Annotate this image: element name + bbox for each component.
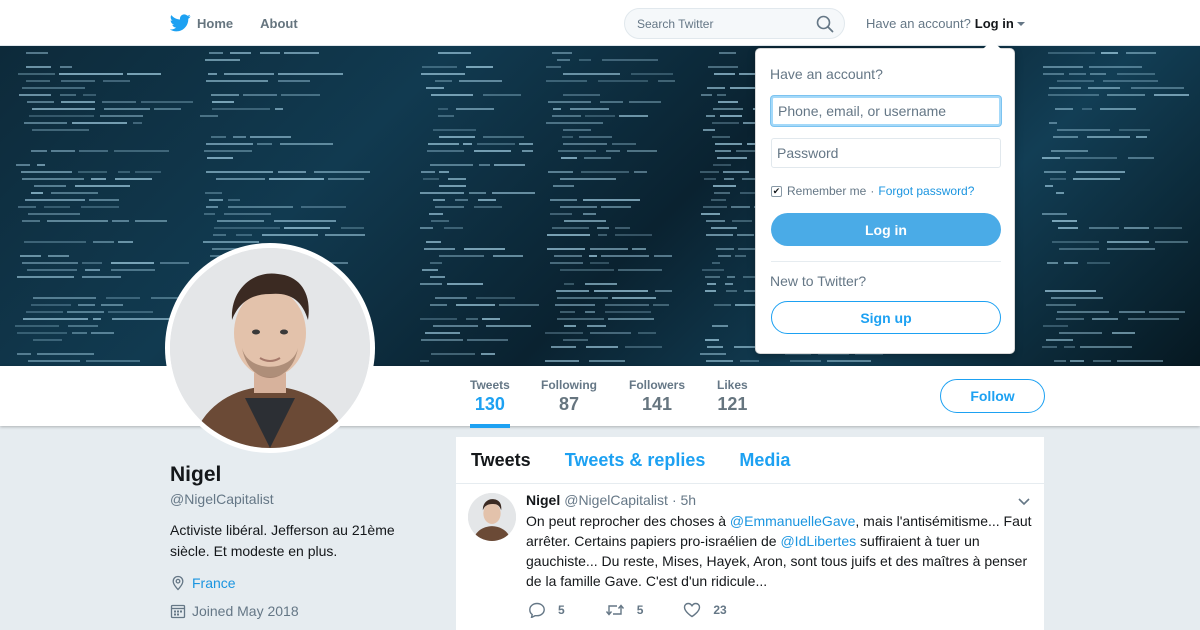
tab-tweets[interactable]: Tweets — [471, 450, 531, 471]
stat-tweets[interactable]: Tweets 130 — [470, 378, 510, 428]
remember-me-label[interactable]: Remember me — [787, 184, 866, 198]
stat-tweets-value: 130 — [474, 394, 505, 414]
profile-joined-text: Joined May 2018 — [192, 603, 299, 619]
login-button[interactable]: Log in — [771, 213, 1001, 246]
tweet-header: Nigel @NigelCapitalist · 5h — [526, 492, 696, 508]
nav-home-link[interactable]: Home — [170, 14, 233, 32]
stat-followers-label: Followers — [629, 378, 686, 392]
like-button[interactable]: 23 — [683, 602, 727, 618]
forgot-password-link[interactable]: Forgot password? — [878, 184, 974, 198]
avatar[interactable] — [170, 248, 370, 448]
remember-me-checkbox[interactable]: ✔ — [771, 185, 782, 197]
profile-location-text: France — [192, 575, 236, 591]
remember-separator: · — [870, 184, 875, 198]
tab-media[interactable]: Media — [739, 450, 790, 471]
heart-icon — [684, 602, 701, 618]
reply-icon — [529, 602, 545, 618]
tab-tweets-replies[interactable]: Tweets & replies — [565, 450, 706, 471]
like-count: 23 — [713, 603, 727, 617]
nav-home-label: Home — [197, 15, 234, 31]
login-toggle-label: Log in — [974, 16, 1014, 31]
profile-handle[interactable]: @NigelCapitalist — [170, 491, 274, 507]
login-dropdown: Have an account? ✔ Remember me · Forgot … — [755, 40, 1015, 354]
timeline-tabs: Tweets Tweets & replies Media — [456, 437, 1044, 484]
login-toggle[interactable]: Have an account? Log in — [866, 16, 1025, 31]
retweet-button[interactable]: 5 — [605, 602, 644, 618]
tweet-text-part1: On peut reprocher des choses à — [526, 513, 730, 529]
avatar-portrait — [170, 248, 370, 448]
profile-avatar-frame — [165, 243, 375, 453]
tweet-mention-link[interactable]: @EmmanuelleGave — [730, 513, 856, 529]
nav-links: Home About — [170, 0, 325, 46]
username-field[interactable] — [771, 96, 1001, 126]
chevron-down-icon[interactable] — [1017, 497, 1031, 507]
stat-following[interactable]: Following 87 — [541, 378, 597, 415]
tweet-avatar-portrait — [468, 493, 516, 541]
login-dropdown-title: Have an account? — [770, 66, 883, 82]
stat-tweets-label: Tweets — [470, 378, 510, 392]
caret-down-icon — [1016, 22, 1025, 26]
follow-button[interactable]: Follow — [940, 379, 1045, 413]
reply-button[interactable]: 5 — [528, 602, 565, 618]
timeline: Tweets Tweets & replies Media Nigel @Nig… — [456, 437, 1044, 630]
location-pin-icon — [172, 575, 184, 591]
nav-about-label: About — [260, 15, 298, 31]
retweet-count: 5 — [636, 603, 644, 617]
profile-name[interactable]: Nigel — [170, 463, 221, 487]
stat-followers[interactable]: Followers 141 — [629, 378, 685, 415]
new-to-twitter-text: New to Twitter? — [770, 273, 867, 289]
search-input[interactable] — [625, 9, 805, 38]
stat-following-label: Following — [541, 378, 597, 392]
stat-likes[interactable]: Likes 121 — [717, 378, 748, 415]
stat-likes-label: Likes — [717, 378, 748, 392]
stat-likes-value: 121 — [717, 394, 748, 414]
remember-me-row: ✔ Remember me · Forgot password? — [771, 184, 974, 198]
signup-button[interactable]: Sign up — [771, 301, 1001, 334]
top-navigation-bar: Home About Have an account? Log in — [0, 0, 1200, 46]
profile-bio: Activiste libéral. Jefferson au 21ème si… — [170, 522, 395, 559]
tweet-avatar[interactable] — [468, 493, 516, 541]
search-icon[interactable] — [816, 15, 834, 33]
tweet-text: On peut reprocher des choses à @Emmanuel… — [526, 511, 1036, 591]
password-field[interactable] — [771, 138, 1001, 168]
calendar-icon — [170, 604, 186, 619]
tweet-author-name[interactable]: Nigel — [526, 492, 560, 508]
twitter-bird-icon — [170, 14, 191, 32]
tweet-mention-link[interactable]: @IdLibertes — [780, 533, 856, 549]
tweet-timestamp[interactable]: · 5h — [672, 492, 696, 508]
profile-location[interactable]: France — [170, 575, 236, 591]
nav-about-link[interactable]: About — [260, 16, 298, 31]
retweet-icon — [605, 604, 624, 616]
search-box — [624, 8, 845, 39]
dropdown-divider — [771, 261, 1001, 262]
profile-joined: Joined May 2018 — [170, 603, 299, 619]
tweet-author-handle[interactable]: @NigelCapitalist — [564, 492, 668, 508]
stat-followers-value: 141 — [641, 394, 673, 414]
have-account-text: Have an account? — [866, 16, 971, 31]
stat-following-value: 87 — [558, 394, 580, 414]
reply-count: 5 — [558, 603, 565, 617]
tweet-actions: 5 5 23 — [528, 602, 767, 618]
